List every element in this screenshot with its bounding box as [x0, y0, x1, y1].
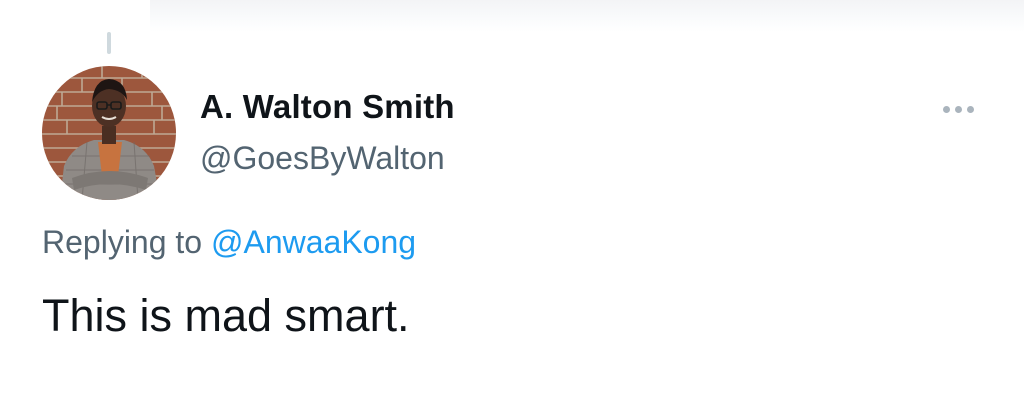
profile-photo-icon — [42, 66, 176, 200]
replying-to-line: Replying to @AnwaaKong — [42, 224, 416, 261]
top-fade — [150, 0, 1024, 32]
more-options-button[interactable] — [936, 99, 980, 119]
ellipsis-dot-icon — [966, 105, 974, 113]
avatar[interactable] — [42, 66, 176, 200]
replying-to-label: Replying to — [42, 224, 203, 260]
author-display-name[interactable]: A. Walton Smith — [200, 88, 455, 126]
ellipsis-dot-icon — [954, 105, 962, 113]
reply-mention-link[interactable]: @AnwaaKong — [211, 224, 416, 260]
tweet-text: This is mad smart. — [42, 290, 410, 341]
ellipsis-dot-icon — [942, 105, 950, 113]
thread-connector-line — [107, 32, 111, 54]
author-handle[interactable]: @GoesByWalton — [200, 140, 445, 177]
